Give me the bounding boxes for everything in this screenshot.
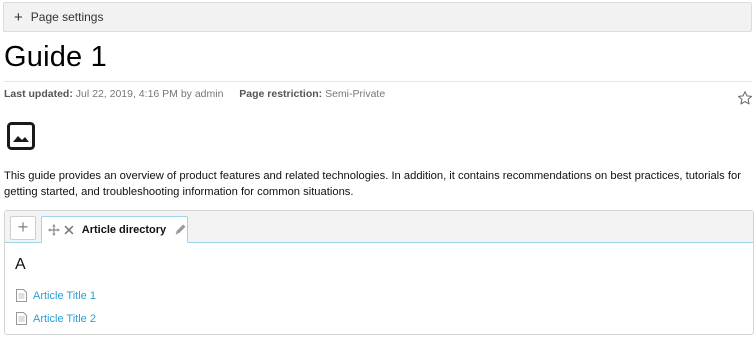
article-title[interactable]: Article Title 1 <box>33 290 96 302</box>
page-settings-label: Page settings <box>30 10 104 24</box>
restriction-value: Semi-Private <box>325 88 386 100</box>
move-icon[interactable] <box>48 223 60 236</box>
restriction-label: Page restriction: <box>239 88 323 100</box>
tab-strip: + Article directory <box>5 211 753 243</box>
tab-label: Article directory <box>81 223 167 236</box>
page-title: Guide 1 <box>4 41 107 73</box>
tab-article-directory[interactable]: Article directory <box>41 216 188 243</box>
last-updated-value: Jul 22, 2019, 4:16 PM by admin <box>75 88 224 100</box>
add-tab-button[interactable]: + <box>10 216 36 240</box>
article-link-2[interactable]: Article Title 2 <box>16 312 96 325</box>
plus-icon: + <box>14 8 23 26</box>
title-divider <box>4 81 752 82</box>
page-meta: Last updated: Jul 22, 2019, 4:16 PM by a… <box>4 88 385 100</box>
close-icon[interactable] <box>64 225 74 235</box>
image-placeholder-icon <box>7 122 35 150</box>
article-link-1[interactable]: Article Title 1 <box>16 289 96 302</box>
page-description: This guide provides an overview of produ… <box>4 170 741 198</box>
section-letter: A <box>15 256 26 273</box>
page-settings-toggle[interactable]: + Page settings <box>3 2 752 32</box>
article-directory-panel: + Article directory A Article Title 1 Ar… <box>4 210 754 335</box>
pencil-icon[interactable] <box>174 223 187 236</box>
last-updated-label: Last updated: <box>4 88 73 100</box>
document-icon <box>16 289 27 302</box>
article-title[interactable]: Article Title 2 <box>33 313 96 325</box>
star-outline-icon[interactable] <box>737 90 753 106</box>
document-icon <box>16 312 27 325</box>
